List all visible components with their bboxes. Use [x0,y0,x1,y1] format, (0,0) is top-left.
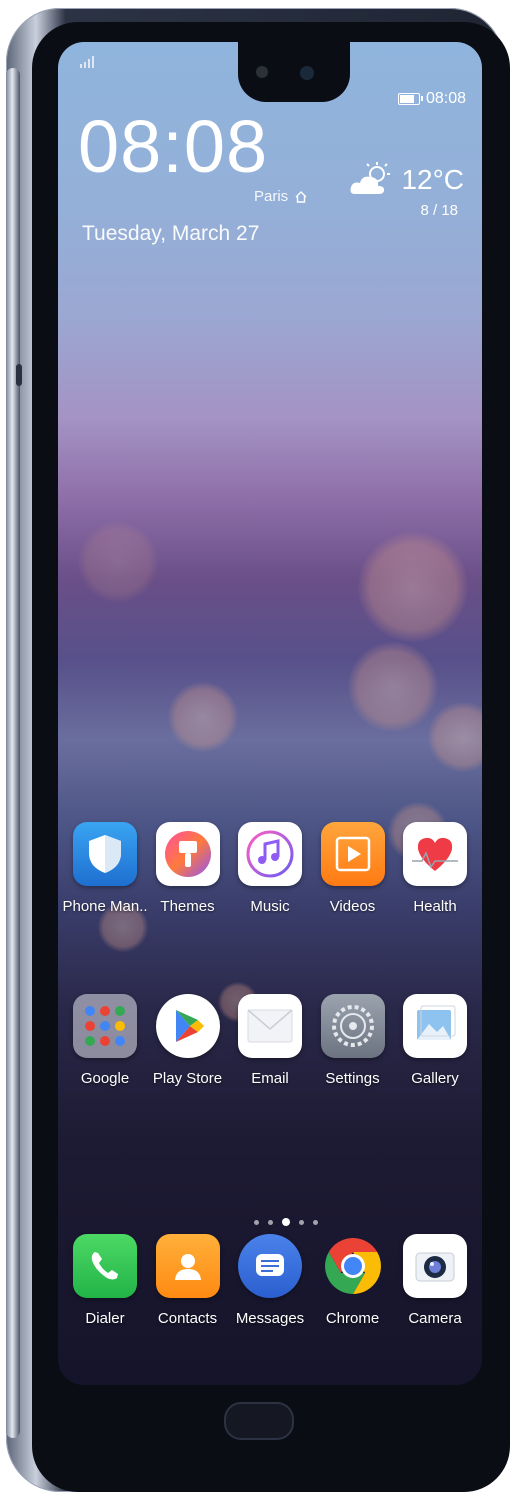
phone-icon [73,1234,137,1298]
weather-temperature: 12°C [401,164,464,195]
app-row-1: Phone Man.. Themes Music Videos Health [58,822,482,915]
app-email[interactable]: Email [229,994,311,1087]
page-dot-active[interactable] [282,1218,290,1226]
app-row-2: Google Play Store Email Settings Gallery [58,994,482,1087]
app-label: Contacts [157,1310,218,1327]
app-chrome[interactable]: Chrome [312,1234,394,1327]
heart-icon [403,822,467,886]
paintbrush-icon [155,822,220,886]
page-dot[interactable] [299,1219,304,1225]
app-contacts[interactable]: Contacts [147,1234,229,1327]
app-label: Google [80,1070,130,1087]
dock: Dialer Contacts Messages Chrome Camera [58,1234,482,1327]
signal-icon [80,56,96,71]
camera-icon [403,1234,467,1298]
weather-widget[interactable]: 12°C 8 / 18 [349,162,464,219]
app-settings[interactable]: Settings [312,994,394,1087]
front-camera-icon [300,66,314,80]
app-google-folder[interactable]: Google [64,994,146,1087]
bokeh-light [348,642,438,732]
app-health[interactable]: Health [394,822,476,915]
home-screen: 08:08 08:08 Paris Tuesday, March 27 12°C… [58,42,482,1385]
app-messages[interactable]: Messages [229,1234,311,1327]
bokeh-light [168,682,238,752]
app-label: Camera [408,1310,462,1327]
weather-range: 8 / 18 [420,202,458,219]
app-videos[interactable]: Videos [312,822,394,915]
music-note-icon [238,822,302,886]
phone-side-edge [6,68,20,1438]
clock-city[interactable]: Paris [254,188,308,205]
app-label: Health [413,898,457,915]
lockscreen-clock[interactable]: 08:08 [78,110,268,184]
home-icon [295,190,307,203]
app-label: Music [250,898,290,915]
app-label: Play Store [152,1070,223,1087]
app-label: Email [251,1070,289,1087]
app-themes[interactable]: Themes [147,822,229,915]
bokeh-light [358,532,468,642]
app-dialer[interactable]: Dialer [64,1234,146,1327]
app-label: Phone Man.. [62,898,148,915]
page-dot[interactable] [254,1219,259,1225]
status-bar: 08:08 [397,90,466,108]
app-label: Dialer [85,1310,125,1327]
status-time: 08:08 [425,90,466,107]
page-dot[interactable] [268,1219,273,1225]
earpiece-sensor [256,66,268,78]
lockscreen-date: Tuesday, March 27 [82,222,260,245]
app-label: Settings [325,1070,380,1087]
app-phone-manager[interactable]: Phone Man.. [62,822,148,915]
fingerprint-sensor[interactable] [224,1402,294,1440]
bokeh-light [428,702,482,772]
image-icon [403,994,467,1058]
app-play-store[interactable]: Play Store [147,994,229,1087]
envelope-icon [238,994,302,1058]
battery-icon [397,93,423,105]
page-dot[interactable] [313,1219,318,1225]
message-icon [238,1234,302,1298]
city-name: Paris [254,188,289,205]
chrome-icon [321,1234,385,1298]
app-label: Videos [329,898,376,915]
app-label: Messages [235,1310,305,1327]
app-gallery[interactable]: Gallery [394,994,476,1087]
app-label: Chrome [325,1310,380,1327]
google-folder-icon [73,994,137,1058]
app-label: Themes [160,898,215,915]
play-store-icon [155,994,220,1058]
app-music[interactable]: Music [229,822,311,915]
partly-cloudy-icon [350,162,391,194]
shield-icon [73,822,137,886]
contact-icon [155,1234,220,1298]
app-label: Gallery [411,1070,459,1087]
page-indicator[interactable] [254,1218,318,1226]
app-camera[interactable]: Camera [394,1234,476,1327]
play-icon [320,822,385,886]
gear-icon [320,994,385,1058]
side-button [16,364,22,386]
camera-notch [238,42,350,102]
bokeh-light [78,522,158,602]
battery-level [399,95,414,103]
